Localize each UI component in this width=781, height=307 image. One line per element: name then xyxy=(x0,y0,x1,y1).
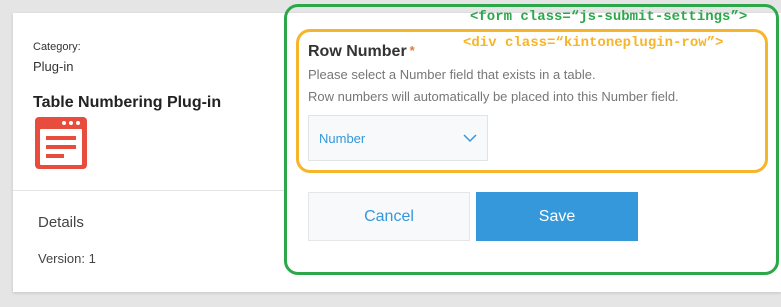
category-value: Plug-in xyxy=(33,59,74,74)
plugin-info-panel: Category: Plug-in Table Numbering Plug-i… xyxy=(13,13,285,292)
document-list-icon xyxy=(33,115,89,171)
panel-divider xyxy=(13,190,285,191)
category-label: Category: xyxy=(33,41,81,53)
select-value: Number xyxy=(319,131,366,146)
chevron-down-icon xyxy=(463,134,477,143)
number-field-select[interactable]: Number xyxy=(308,115,488,161)
row-description-line1: Please select a Number field that exists… xyxy=(308,67,596,82)
form-annotation-label: <form class=“js-submit-settings”> xyxy=(470,9,748,25)
cancel-button[interactable]: Cancel xyxy=(308,192,470,241)
plugin-title: Table Numbering Plug-in xyxy=(33,94,222,111)
save-button[interactable]: Save xyxy=(476,192,638,241)
row-annotation-label: <div class=“kintoneplugin-row”> xyxy=(463,35,724,51)
details-label: Details xyxy=(38,214,84,231)
required-mark: * xyxy=(409,43,415,58)
version-text: Version: 1 xyxy=(38,251,96,266)
row-description-line2: Row numbers will automatically be placed… xyxy=(308,89,679,104)
row-number-heading: Row Number * xyxy=(308,43,415,61)
row-number-title: Row Number xyxy=(308,43,407,60)
